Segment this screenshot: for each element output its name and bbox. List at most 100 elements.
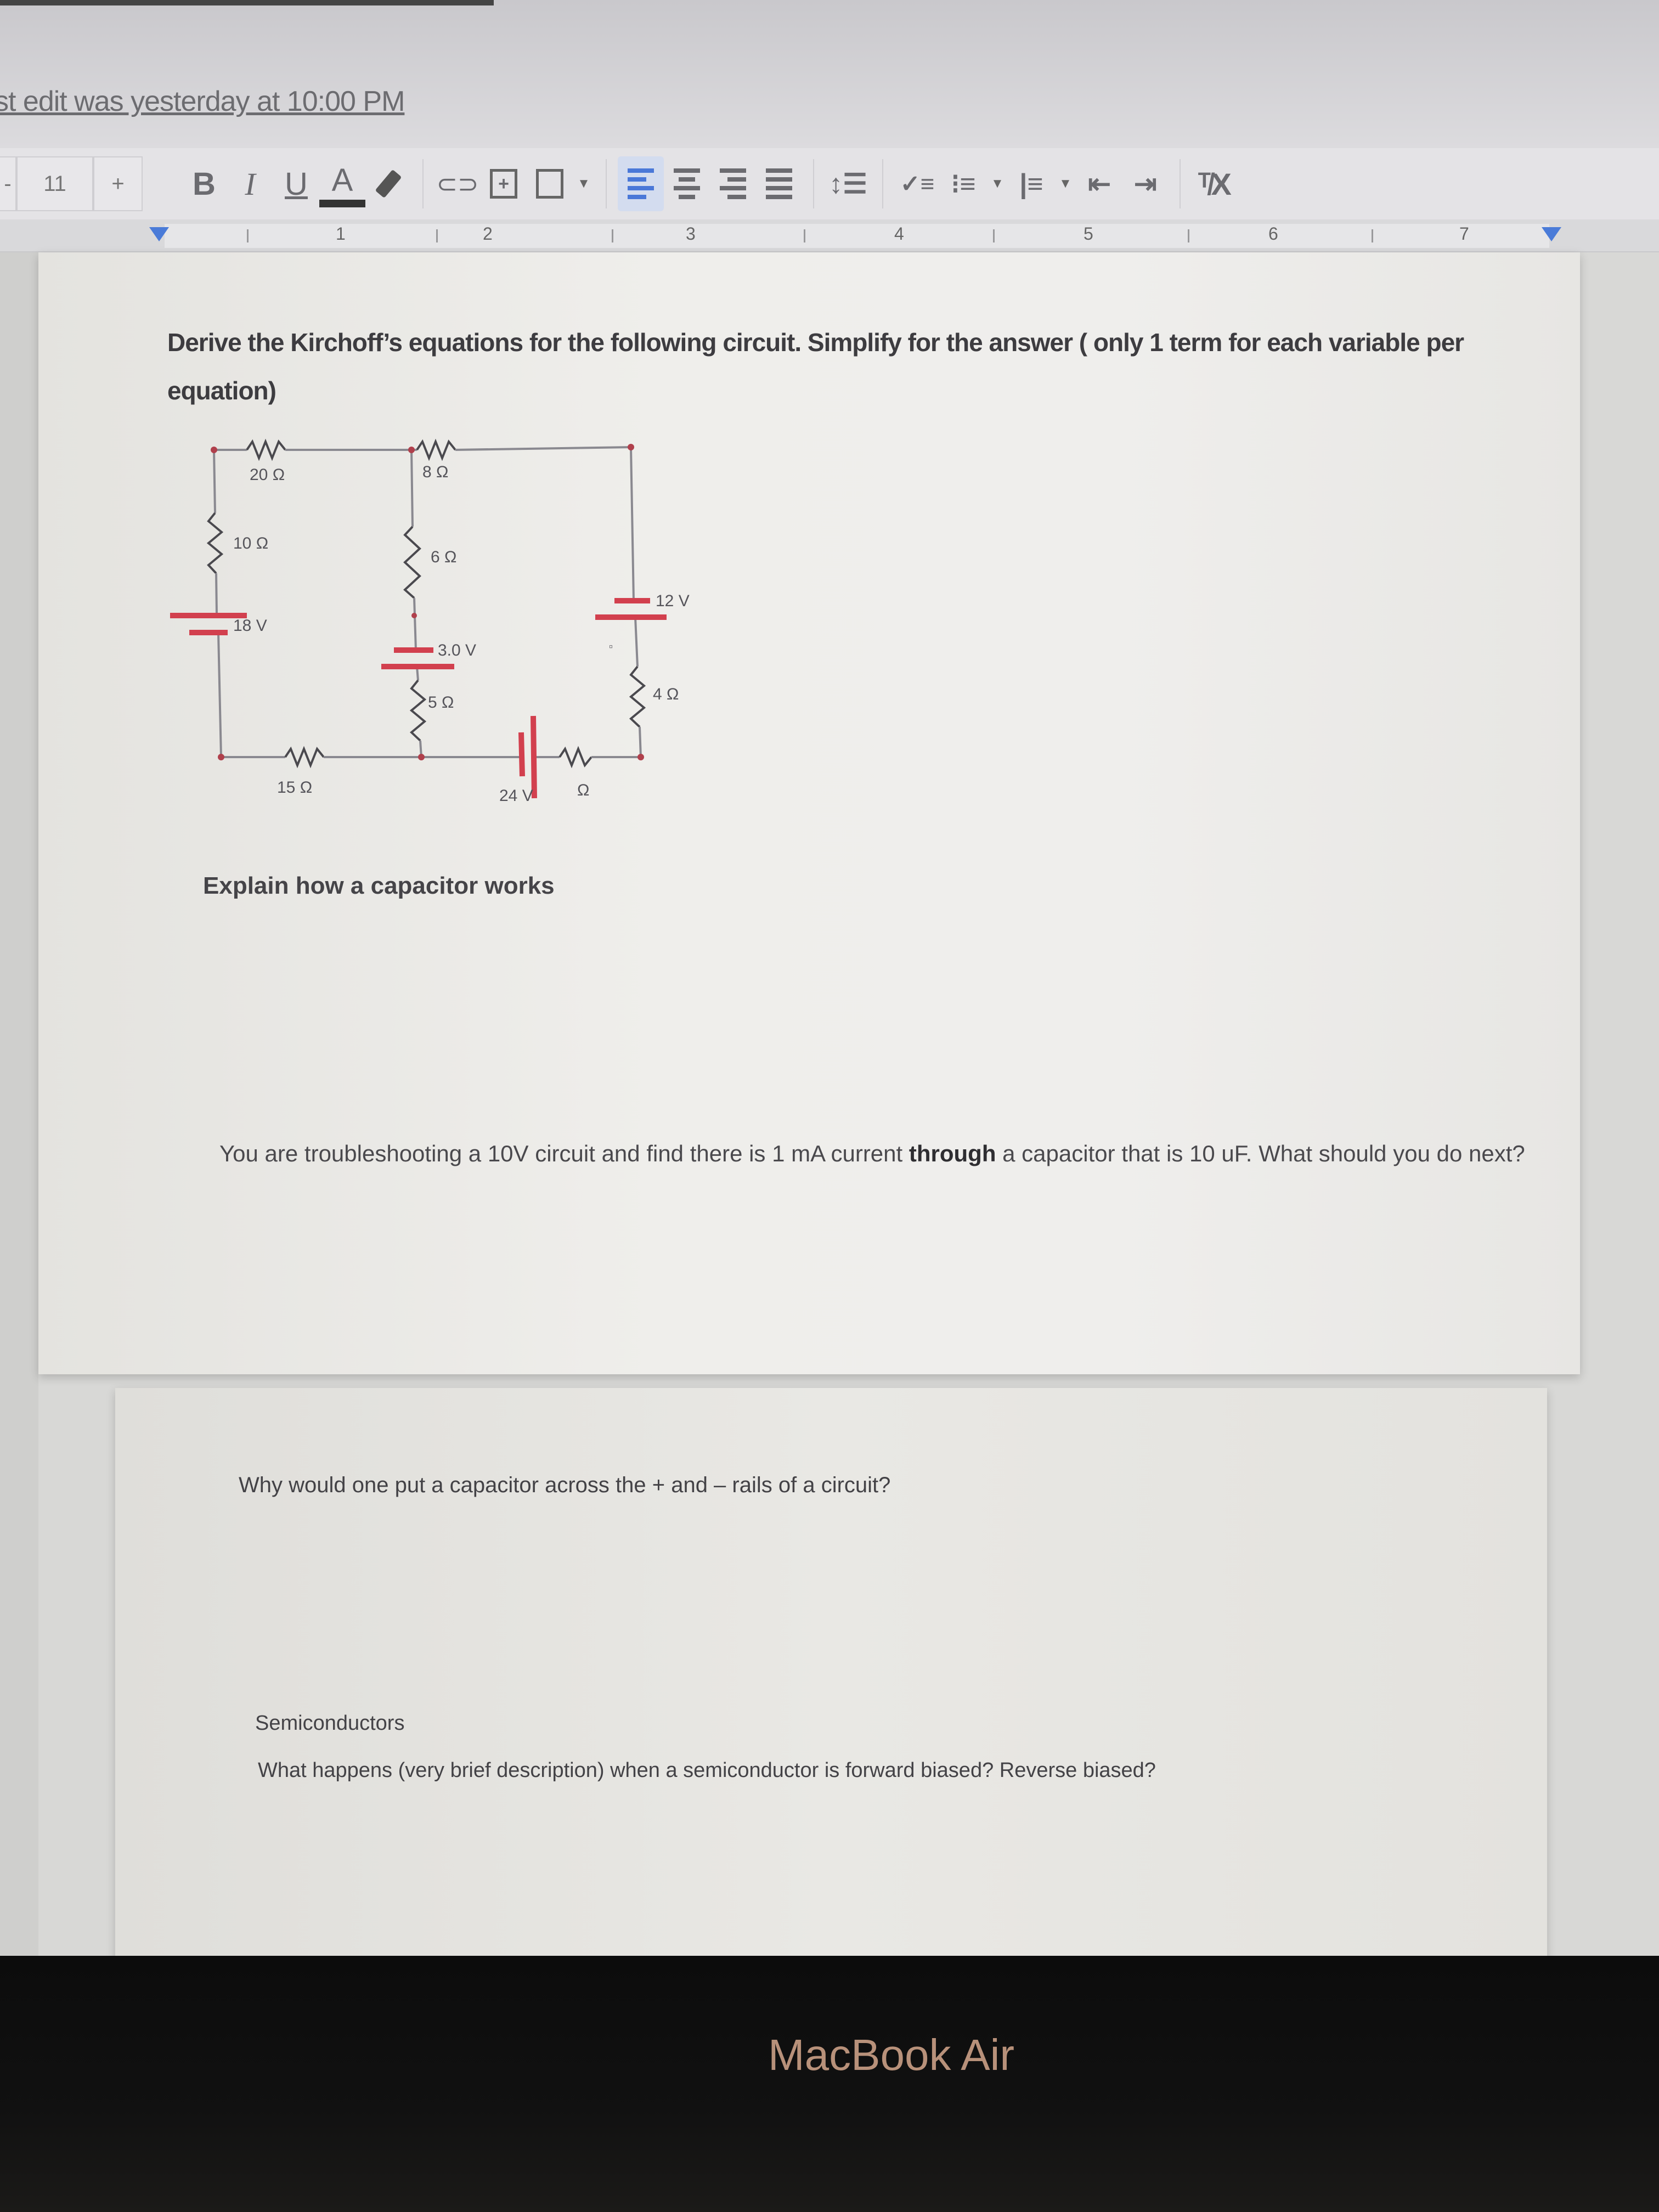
wire-right: [630, 447, 635, 601]
resistor-15-ohm: [284, 746, 325, 769]
insert-image-button[interactable]: [527, 156, 573, 211]
question-text: a capacitor that is 10 uF. What should y…: [996, 1141, 1525, 1166]
wire-middle: [410, 449, 414, 527]
insert-comment-button[interactable]: +: [481, 156, 527, 211]
font-size-field[interactable]: 11: [16, 156, 93, 211]
checklist-icon: ✓≡: [900, 170, 935, 198]
ruler-tick: [1372, 229, 1373, 242]
junction-node: [218, 754, 224, 760]
label-r-bottom-right: Ω: [577, 781, 589, 799]
question-decoupling-capacitor: Why would one put a capacitor across the…: [239, 1473, 891, 1497]
canvas-margin: [0, 252, 38, 1970]
window-edge: [0, 0, 494, 5]
question-text: You are troubleshooting a 10V circuit an…: [219, 1141, 909, 1166]
toolbar-separator: [1180, 159, 1181, 208]
increase-indent-button[interactable]: ⇥: [1122, 156, 1169, 211]
ruler-tick: [993, 229, 995, 242]
resistor-20-ohm: [246, 438, 286, 461]
label-r-mid-lower: 5 Ω: [428, 693, 454, 712]
increase-indent-icon: ⇥: [1134, 168, 1157, 199]
align-center-button[interactable]: [664, 156, 710, 211]
label-r-left: 10 Ω: [233, 534, 268, 552]
ruler-number: 5: [1084, 224, 1093, 244]
label-r-top-right: 8 Ω: [422, 463, 448, 481]
wire-left: [215, 573, 218, 615]
toolbar-separator: [813, 159, 814, 208]
label-v-left: 18 V: [233, 617, 267, 635]
label-v-bottom: 24 V: [499, 787, 533, 805]
document-page-1[interactable]: Derive the Kirchoff’s equations for the …: [38, 252, 1580, 1374]
title-bar: st edit was yesterday at 10:00 PM: [0, 0, 1659, 148]
justify-button[interactable]: [756, 156, 802, 211]
text-color-button[interactable]: A: [319, 160, 365, 207]
left-indent-marker[interactable]: [149, 227, 169, 241]
wire-left: [213, 449, 216, 514]
ruler-tick: [612, 229, 613, 242]
bulleted-list-button[interactable]: ⁝≡: [940, 156, 986, 211]
line-spacing-button[interactable]: ↕☰: [825, 156, 871, 211]
resistor-4-ohm: [629, 665, 646, 728]
align-left-icon: [628, 168, 654, 199]
label-v-right: 12 V: [656, 592, 690, 610]
link-icon: ⊂⊃: [436, 170, 479, 198]
font-size-increase-button[interactable]: +: [93, 156, 143, 211]
junction-node: [411, 613, 417, 618]
image-icon: [536, 169, 563, 199]
question-kirchoff: Derive the Kirchoff’s equations for the …: [167, 328, 1464, 405]
toolbar-separator: [422, 159, 424, 208]
label-r-bottom-left: 15 Ω: [277, 778, 312, 797]
clear-formatting-button[interactable]: ᵀ̸X: [1192, 156, 1238, 211]
align-right-button[interactable]: [710, 156, 756, 211]
line-spacing-icon: ↕☰: [829, 168, 867, 199]
stray-mark: ▫: [609, 641, 613, 653]
wire-top: [455, 446, 631, 451]
decrease-indent-icon: ⇤: [1088, 168, 1111, 199]
ruler[interactable]: 1 2 3 4 5 6 7: [0, 219, 1659, 252]
ruler-tick: [436, 229, 438, 242]
resistor-10-ohm: [206, 512, 224, 574]
junction-node: [408, 447, 415, 453]
numbered-list-icon: |≡: [1019, 168, 1043, 199]
italic-button[interactable]: I: [227, 156, 273, 211]
battery-24v-long-plate: [531, 715, 537, 799]
numbered-list-button[interactable]: |≡: [1008, 156, 1054, 211]
resistor-5-ohm: [409, 679, 427, 742]
checklist-button[interactable]: ✓≡: [894, 156, 940, 211]
label-r-top-left: 20 Ω: [250, 466, 285, 484]
ruler-number: 2: [483, 224, 493, 244]
resistor-8-ohm: [416, 438, 456, 461]
circuit-diagram: 20 Ω 8 Ω 10 Ω 18 V 6 Ω 3.0 V 5 Ω 12 V 4 …: [170, 438, 690, 805]
numbered-list-caret-icon[interactable]: ▼: [1054, 176, 1076, 191]
wire-right: [639, 726, 642, 758]
insert-link-button[interactable]: ⊂⊃: [435, 156, 481, 211]
ruler-number: 7: [1459, 224, 1469, 244]
ruler-track: [165, 224, 1549, 248]
image-dropdown-caret-icon[interactable]: ▼: [573, 176, 595, 191]
label-r-mid-upper: 6 Ω: [431, 548, 456, 566]
align-left-button[interactable]: [618, 156, 664, 211]
justify-icon: [766, 168, 792, 199]
question-troubleshooting: You are troubleshooting a 10V circuit an…: [219, 1136, 1564, 1172]
wire-right: [634, 617, 639, 667]
toolbar-separator: [606, 159, 607, 208]
highlight-button[interactable]: [365, 156, 411, 211]
font-size-decrease-button[interactable]: -: [0, 156, 16, 211]
right-indent-marker[interactable]: [1542, 227, 1561, 241]
laptop-bezel: [0, 1956, 1659, 2212]
ruler-number: 1: [336, 224, 346, 244]
bold-button[interactable]: B: [181, 156, 227, 211]
highlight-icon: [375, 169, 402, 199]
laptop-brand-label: MacBook Air: [768, 2030, 1015, 2079]
junction-node: [628, 444, 634, 450]
document-page-2[interactable]: Why would one put a capacitor across the…: [115, 1388, 1547, 1970]
question-semiconductor-bias: What happens (very brief description) wh…: [258, 1759, 1156, 1782]
align-right-icon: [720, 168, 746, 199]
junction-node: [637, 754, 644, 760]
decrease-indent-button[interactable]: ⇤: [1076, 156, 1122, 211]
last-edit-link[interactable]: st edit was yesterday at 10:00 PM: [0, 85, 405, 118]
formatting-toolbar: - 11 + B I U A ⊂⊃ + ▼ ↕☰ ✓≡ ⁝≡ ▼ |≡ ▼ ⇤ …: [0, 148, 1659, 219]
underline-button[interactable]: U: [273, 156, 319, 211]
toolbar-separator: [882, 159, 883, 208]
label-r-right: 4 Ω: [653, 685, 679, 703]
bulleted-list-caret-icon[interactable]: ▼: [986, 176, 1008, 191]
